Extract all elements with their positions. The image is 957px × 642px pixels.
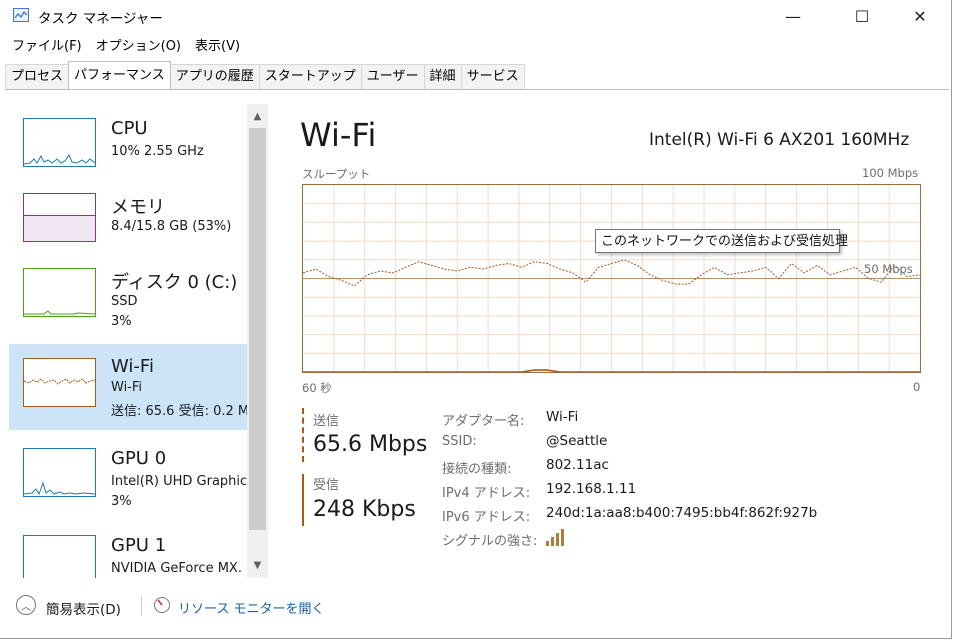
memory-title: メモリ <box>111 197 165 218</box>
prop-conn-type-label: 接続の種類: <box>442 462 512 477</box>
prop-ipv4-value: 192.168.1.11 <box>546 481 637 497</box>
throughput-graph[interactable] <box>302 184 921 373</box>
disk-type: SSD <box>111 294 138 309</box>
tab-app-history[interactable]: アプリの履歴 <box>169 64 260 89</box>
open-resource-monitor-link[interactable]: リソース モニターを開く <box>178 598 324 617</box>
tab-performance[interactable]: パフォーマンス <box>68 61 171 89</box>
resource-item-gpu0[interactable]: GPU 0 Intel(R) UHD Graphic 3% <box>9 434 247 520</box>
resource-item-gpu1[interactable]: GPU 1 NVIDIA GeForce MX. <box>9 521 247 578</box>
graph-label: スループット <box>302 167 371 181</box>
cpu-title: CPU <box>111 118 148 139</box>
minimize-icon: — <box>785 6 801 26</box>
chevron-up-icon: ︿ <box>21 601 31 613</box>
tab-details[interactable]: 詳細 <box>423 64 462 89</box>
close-icon: ✕ <box>913 6 927 26</box>
disk-thumbnail-line <box>24 310 95 315</box>
memory-thumbnail-graph <box>23 193 96 242</box>
prop-ipv6-label: IPv6 アドレス: <box>442 510 531 525</box>
graph-mid-label: 50 Mbps <box>864 262 913 276</box>
cpu-thumbnail-graph <box>23 118 96 167</box>
cpu-usage: 10% 2.55 GHz <box>111 144 204 159</box>
gpu1-title: GPU 1 <box>111 535 167 556</box>
wifi-title: Wi-Fi <box>111 356 154 377</box>
tab-services[interactable]: サービス <box>460 64 525 89</box>
disk-title: ディスク 0 (C:) <box>111 272 238 293</box>
prop-adapter-value: Wi-Fi <box>546 409 579 425</box>
wifi-thumbnail-line <box>24 378 95 385</box>
tab-processes[interactable]: プロセス <box>5 64 70 89</box>
window-title: タスク マネージャー <box>38 11 163 27</box>
menu-options[interactable]: オプション(O) <box>89 36 188 58</box>
prop-conn-type-value: 802.11ac <box>546 457 609 473</box>
send-indicator <box>302 408 306 462</box>
title-bar[interactable]: タスク マネージャー — ☐ ✕ <box>0 0 951 34</box>
prop-ssid-value: @Seattle <box>546 433 608 449</box>
resource-list: CPU 10% 2.55 GHz メモリ 8.4/15.8 GB (53%) デ… <box>9 104 247 578</box>
graph-max-label: 100 Mbps <box>862 166 919 180</box>
recv-value: 248 Kbps <box>313 497 416 522</box>
minimize-button[interactable]: — <box>770 0 816 32</box>
gpu0-usage: 3% <box>111 494 132 509</box>
detail-title: Wi-Fi <box>300 116 377 154</box>
prop-ssid-label: SSID: <box>442 434 477 449</box>
disk-usage: 3% <box>111 314 132 329</box>
resource-item-wifi[interactable]: Wi-Fi Wi-Fi 送信: 65.6 受信: 0.2 M <box>9 344 247 430</box>
send-value: 65.6 Mbps <box>313 432 428 457</box>
scroll-up-arrow[interactable]: ▲ <box>247 106 268 126</box>
gpu1-thumbnail-graph <box>23 535 96 578</box>
resource-item-cpu[interactable]: CPU 10% 2.55 GHz <box>9 104 247 190</box>
menu-bar: ファイル(F) オプション(O) 表示(V) <box>5 36 247 58</box>
wifi-thumbnail-graph <box>23 358 96 407</box>
resource-monitor-icon <box>153 596 171 614</box>
prop-adapter-label: アダプター名: <box>442 414 525 429</box>
menu-file[interactable]: ファイル(F) <box>5 36 89 58</box>
scrollbar-thumb[interactable] <box>249 128 266 530</box>
tab-users[interactable]: ユーザー <box>360 64 425 89</box>
gpu0-title: GPU 0 <box>111 448 167 469</box>
maximize-icon: ☐ <box>854 6 870 26</box>
signal-strength-icon <box>545 527 565 547</box>
prop-signal-label: シグナルの強さ: <box>442 534 538 549</box>
graph-time-right: 0 <box>913 380 921 394</box>
scroll-down-arrow[interactable]: ▼ <box>247 555 268 575</box>
memory-usage: 8.4/15.8 GB (53%) <box>111 219 232 234</box>
collapse-button[interactable]: ︿ <box>16 595 36 615</box>
gpu0-thumbnail-line <box>24 481 95 496</box>
prop-ipv6-value: 240d:1a:aa8:b400:7495:bb4f:862f:927b <box>546 505 818 521</box>
resource-item-memory[interactable]: メモリ 8.4/15.8 GB (53%) <box>9 179 247 265</box>
recv-indicator <box>302 474 304 526</box>
adapter-name: Intel(R) Wi-Fi 6 AX201 160MHz <box>649 130 910 150</box>
graph-tooltip: このネットワークでの送信および受信処理 <box>595 229 848 253</box>
menu-view[interactable]: 表示(V) <box>188 36 247 58</box>
wifi-subtitle: Wi-Fi <box>111 380 143 395</box>
send-label: 送信 <box>313 414 340 429</box>
disk-thumbnail-graph <box>23 268 96 317</box>
fewer-details-link[interactable]: 簡易表示(D) <box>46 598 121 618</box>
cpu-thumbnail-line <box>24 153 95 165</box>
footer-separator <box>141 596 142 616</box>
recv-label: 受信 <box>313 478 340 493</box>
task-manager-app-icon <box>13 8 29 22</box>
close-button[interactable]: ✕ <box>897 0 943 32</box>
maximize-button[interactable]: ☐ <box>839 0 885 32</box>
graph-time-left: 60 秒 <box>302 381 332 395</box>
throughput-graph-svg <box>302 185 921 373</box>
resource-item-disk[interactable]: ディスク 0 (C:) SSD 3% <box>9 254 247 340</box>
gpu1-name: NVIDIA GeForce MX. <box>111 561 242 576</box>
gpu0-name: Intel(R) UHD Graphic <box>111 474 247 489</box>
wifi-throughput: 送信: 65.6 受信: 0.2 M <box>111 404 247 419</box>
tab-startup[interactable]: スタートアップ <box>258 64 362 89</box>
prop-ipv4-label: IPv4 アドレス: <box>442 486 531 501</box>
gpu0-thumbnail-graph <box>23 448 96 497</box>
tab-strip: プロセス パフォーマンス アプリの履歴 スタートアップ ユーザー 詳細 サービス <box>5 61 525 90</box>
